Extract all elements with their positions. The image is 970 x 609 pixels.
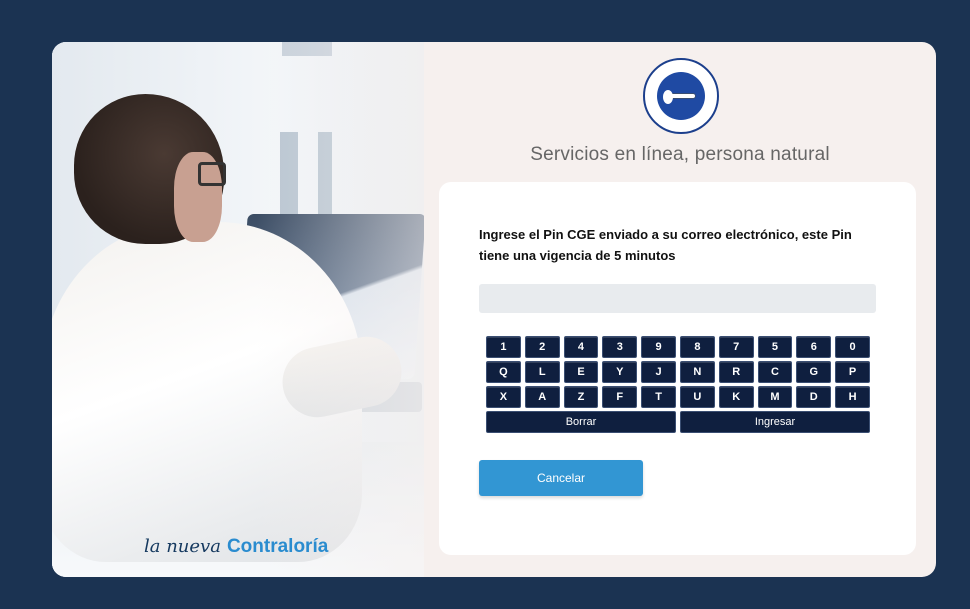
key-button[interactable]: 0: [835, 336, 870, 358]
key-button[interactable]: M: [757, 386, 793, 408]
key-button[interactable]: G: [796, 361, 832, 383]
key-button[interactable]: 4: [563, 336, 599, 358]
page-subtitle: Servicios en línea, persona natural: [530, 144, 830, 165]
submit-button[interactable]: Ingresar: [680, 411, 870, 433]
pin-input[interactable]: [479, 284, 876, 313]
key-button[interactable]: R: [718, 361, 754, 383]
key-button[interactable]: Z: [563, 386, 599, 408]
key-button[interactable]: 2: [524, 336, 560, 358]
virtual-keypad: 1 2 4 3 9 8 7 5 6 0 Q L E Y J N R C G P …: [486, 336, 870, 436]
key-button[interactable]: 5: [757, 336, 793, 358]
key-button[interactable]: 8: [679, 336, 715, 358]
key-button[interactable]: 6: [796, 336, 832, 358]
key-button[interactable]: F: [602, 386, 638, 408]
key-button[interactable]: E: [563, 361, 599, 383]
key-button[interactable]: 9: [641, 336, 676, 358]
keypad-row: 1 2 4 3 9 8 7 5 6 0: [486, 336, 870, 358]
hero-photo: la nueva Contraloría: [52, 42, 424, 577]
keypad-row: Q L E Y J N R C G P: [486, 361, 870, 383]
key-button[interactable]: L: [524, 361, 560, 383]
key-button[interactable]: J: [641, 361, 676, 383]
key-button[interactable]: 3: [602, 336, 638, 358]
key-button[interactable]: N: [679, 361, 715, 383]
key-button[interactable]: A: [524, 386, 560, 408]
key-button[interactable]: D: [796, 386, 832, 408]
key-button[interactable]: U: [679, 386, 715, 408]
keypad-action-row: Borrar Ingresar: [486, 411, 870, 433]
brand-logo: la nueva Contraloría: [144, 536, 328, 566]
key-button[interactable]: C: [757, 361, 793, 383]
institution-seal-icon: [643, 58, 719, 134]
key-button[interactable]: K: [718, 386, 754, 408]
key-button[interactable]: 7: [718, 336, 754, 358]
key-button[interactable]: 1: [486, 336, 521, 358]
brand-name: Contraloría: [226, 536, 329, 557]
keypad-row: X A Z F T U K M D H: [486, 386, 870, 408]
login-card: la nueva Contraloría Servicios en línea,…: [52, 42, 936, 577]
delete-button[interactable]: Borrar: [486, 411, 676, 433]
cancel-button[interactable]: Cancelar: [479, 460, 643, 496]
brand-script: la nueva: [144, 536, 221, 557]
pin-form-card: Ingrese el Pin CGE enviado a su correo e…: [439, 182, 916, 555]
login-panel: Servicios en línea, persona natural Ingr…: [424, 42, 936, 577]
key-button[interactable]: T: [641, 386, 676, 408]
key-button[interactable]: H: [835, 386, 870, 408]
key-button[interactable]: X: [486, 386, 521, 408]
key-button[interactable]: Y: [602, 361, 638, 383]
key-button[interactable]: Q: [486, 361, 521, 383]
pin-instruction: Ingrese el Pin CGE enviado a su correo e…: [479, 227, 852, 263]
key-button[interactable]: P: [835, 361, 870, 383]
